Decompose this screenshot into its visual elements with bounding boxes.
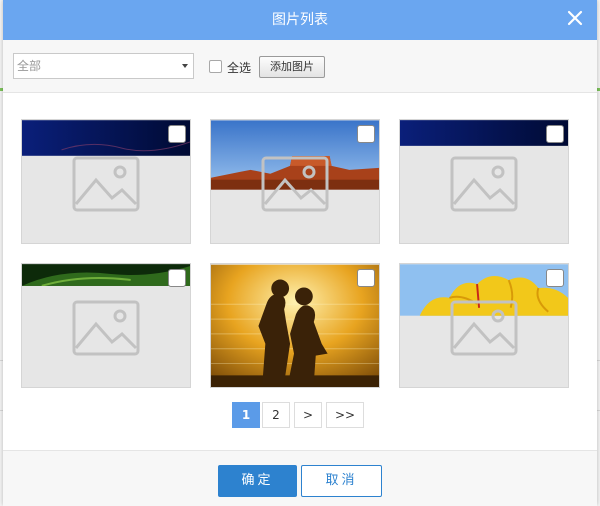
image-thumbnail: [400, 120, 568, 146]
image-card[interactable]: [399, 119, 569, 244]
image-placeholder-icon: [450, 300, 518, 356]
image-list-dialog: 图片列表 全部 全选 添加图片 1 2 > >> 确定 取消: [3, 0, 597, 506]
confirm-button[interactable]: 确定: [218, 465, 297, 497]
image-placeholder-icon: [72, 156, 140, 212]
page-button-1[interactable]: 1: [232, 402, 260, 428]
category-select-value: 全部: [17, 59, 42, 73]
image-select-checkbox[interactable]: [357, 125, 375, 143]
last-page-button[interactable]: >>: [326, 402, 364, 428]
image-card[interactable]: [210, 263, 380, 388]
image-select-checkbox[interactable]: [168, 269, 186, 287]
image-thumbnail: [22, 264, 190, 286]
image-card[interactable]: [21, 119, 191, 244]
close-icon[interactable]: [563, 6, 587, 30]
image-card[interactable]: [399, 263, 569, 388]
dialog-titlebar: 图片列表: [3, 0, 597, 40]
image-card[interactable]: [210, 119, 380, 244]
image-placeholder-icon: [450, 156, 518, 212]
image-placeholder-icon: [261, 156, 329, 212]
image-select-checkbox[interactable]: [546, 125, 564, 143]
category-select[interactable]: 全部: [13, 53, 194, 79]
next-page-button[interactable]: >: [294, 402, 322, 428]
chevron-down-icon: [182, 64, 188, 68]
dialog-title: 图片列表: [272, 12, 328, 28]
add-image-button[interactable]: 添加图片: [259, 56, 325, 78]
cancel-button[interactable]: 取消: [301, 465, 382, 497]
select-all-label: 全选: [227, 61, 252, 75]
page-button-2[interactable]: 2: [262, 402, 290, 428]
toolbar: 全部 全选 添加图片: [3, 40, 597, 93]
image-thumbnail: [22, 120, 190, 156]
image-placeholder-icon: [72, 300, 140, 356]
select-all-checkbox[interactable]: [209, 60, 222, 73]
image-select-checkbox[interactable]: [357, 269, 375, 287]
image-select-checkbox[interactable]: [546, 269, 564, 287]
image-card[interactable]: [21, 263, 191, 388]
image-thumbnail: [211, 264, 379, 387]
dialog-footer: 确定 取消: [3, 450, 597, 506]
image-select-checkbox[interactable]: [168, 125, 186, 143]
